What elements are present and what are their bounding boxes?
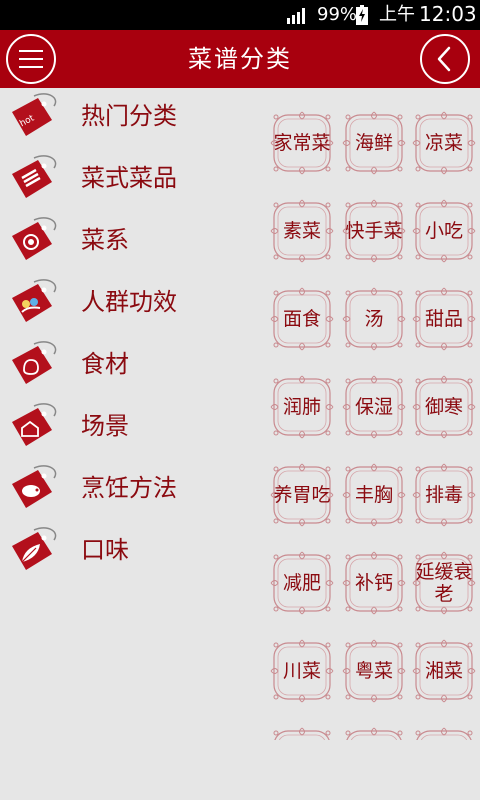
tag-button[interactable]: 快手菜: [341, 198, 407, 264]
ornate-frame-icon: [412, 727, 476, 740]
leaf-tag-icon: [12, 527, 57, 570]
category-item-ingredients[interactable]: 食材: [0, 336, 250, 398]
category-label: 烹饪方法: [81, 474, 177, 502]
tag-button[interactable]: 御寒: [411, 374, 477, 440]
tag-button[interactable]: 家常菜: [269, 110, 335, 176]
list-tag-icon: [12, 155, 57, 198]
signal-icon: [287, 8, 305, 24]
category-label: 场景: [81, 412, 129, 440]
category-item-scene[interactable]: 场景: [0, 398, 250, 460]
tag-button[interactable]: 汤: [341, 286, 407, 352]
tag-button[interactable]: [341, 726, 407, 740]
tag-grid: 家常菜 海鲜 凉菜 素菜 快手菜 小吃 面食 汤 甜品 润肺 保湿 御寒 养胃吃…: [265, 110, 480, 740]
tag-button[interactable]: 润肺: [269, 374, 335, 440]
category-label: 食材: [81, 350, 129, 378]
ornate-frame-icon: [342, 727, 406, 740]
tag-button[interactable]: 海鲜: [341, 110, 407, 176]
scene-tag-icon: [12, 403, 57, 446]
category-item-cooking-methods[interactable]: 烹饪方法: [0, 460, 250, 522]
tag-button[interactable]: 粤菜: [341, 638, 407, 704]
category-item-cuisine[interactable]: 菜系: [0, 212, 250, 274]
category-label: 菜式菜品: [81, 164, 177, 192]
ornate-frame-icon: [270, 727, 334, 740]
tag-button[interactable]: 甜品: [411, 286, 477, 352]
ingredient-tag-icon: [12, 341, 57, 384]
status-bar: 99% 上午 12:03: [0, 0, 480, 30]
category-item-dishes[interactable]: 菜式菜品: [0, 150, 250, 212]
tag-button[interactable]: 补钙: [341, 550, 407, 616]
chevron-left-icon: [437, 46, 451, 72]
category-item-hot[interactable]: hot 热门分类: [0, 88, 250, 150]
tag-button[interactable]: 排毒: [411, 462, 477, 528]
battery-charging-icon: [356, 5, 368, 25]
people-tag-icon: [12, 279, 57, 322]
tag-button[interactable]: 延缓衰老: [411, 550, 477, 616]
tag-button[interactable]: 减肥: [269, 550, 335, 616]
category-label: 热门分类: [81, 102, 177, 130]
tag-button[interactable]: 丰胸: [341, 462, 407, 528]
tag-button[interactable]: 小吃: [411, 198, 477, 264]
category-label: 口味: [81, 536, 129, 564]
tag-button[interactable]: [269, 726, 335, 740]
tag-button[interactable]: 素菜: [269, 198, 335, 264]
target-tag-icon: [12, 217, 57, 260]
clock: 12:03: [419, 2, 477, 26]
clock-ampm: 上午: [379, 4, 415, 25]
category-label: 人群功效: [81, 288, 177, 316]
category-label: 菜系: [81, 226, 129, 254]
tag-button[interactable]: 凉菜: [411, 110, 477, 176]
back-button[interactable]: [420, 34, 470, 84]
pig-tag-icon: [12, 465, 57, 508]
tag-button[interactable]: 湘菜: [411, 638, 477, 704]
battery-percent: 99%: [317, 4, 358, 25]
tag-button[interactable]: 川菜: [269, 638, 335, 704]
tag-button[interactable]: 面食: [269, 286, 335, 352]
tag-button[interactable]: 保湿: [341, 374, 407, 440]
tag-button[interactable]: [411, 726, 477, 740]
category-item-people-effects[interactable]: 人群功效: [0, 274, 250, 336]
category-item-taste[interactable]: 口味: [0, 522, 250, 584]
page-title: 菜谱分类: [188, 45, 292, 73]
app-header: 菜谱分类: [0, 30, 480, 88]
hot-tag-icon: hot: [12, 93, 57, 136]
tag-button[interactable]: 养胃吃: [269, 462, 335, 528]
